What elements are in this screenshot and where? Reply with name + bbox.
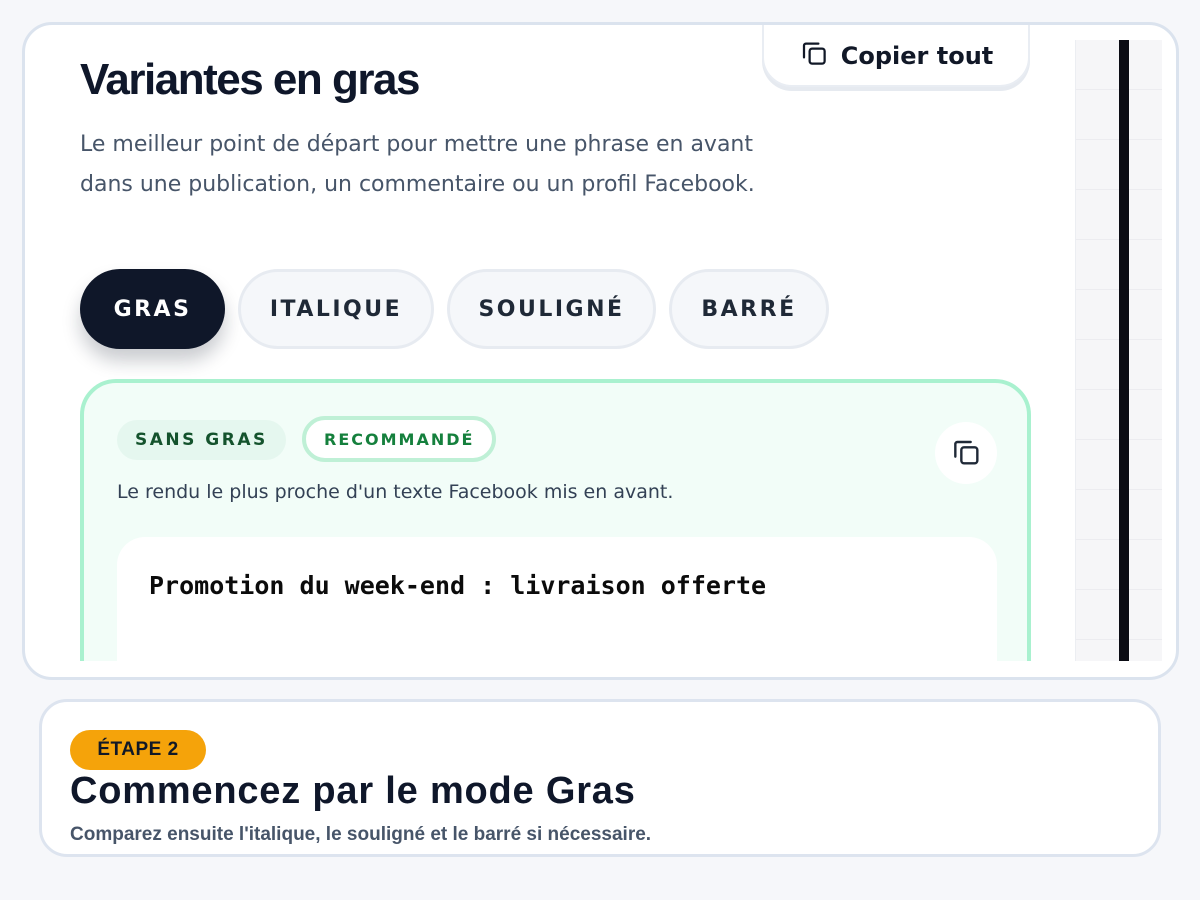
preview-text: Promotion du week-end : livraison offert… [149, 571, 767, 600]
scrollbar[interactable] [1119, 40, 1129, 661]
tab-barre[interactable]: BARRÉ [669, 269, 829, 349]
style-tabs: GRAS ITALIQUE SOULIGNÉ BARRÉ [80, 269, 829, 349]
screenshot-frame: Copier tout Variantes en gras Le meilleu… [22, 22, 1179, 680]
tab-gras[interactable]: GRAS [80, 269, 225, 349]
tab-label: GRAS [113, 296, 192, 322]
copy-all-label: Copier tout [840, 41, 994, 70]
variant-description: Le rendu le plus proche d'un texte Faceb… [117, 481, 674, 503]
tab-label: SOULIGNÉ [478, 296, 625, 322]
recommended-badge: RECOMMANDÉ [302, 416, 497, 462]
variant-card: SANS GRAS RECOMMANDÉ Le rendu le plus pr… [80, 379, 1031, 661]
step-badge: ÉTAPE 2 [70, 730, 206, 770]
variant-name-badge: SANS GRAS [117, 420, 286, 460]
page-viewport: Copier tout Variantes en gras Le meilleu… [25, 25, 1176, 661]
copy-icon [799, 38, 829, 74]
step-title: Commencez par le mode Gras [70, 770, 636, 812]
copy-icon [950, 436, 982, 471]
tab-label: BARRÉ [701, 296, 797, 322]
section-title: Variantes en gras [80, 55, 420, 104]
preview-box[interactable]: Promotion du week-end : livraison offert… [117, 537, 997, 661]
tab-souligne[interactable]: SOULIGNÉ [447, 269, 656, 349]
section-description: Le meilleur point de départ pour mettre … [80, 132, 755, 197]
copy-variant-button[interactable] [935, 422, 997, 484]
step-caption-card: ÉTAPE 2 Commencez par le mode Gras Compa… [39, 699, 1161, 857]
copy-all-button[interactable]: Copier tout [762, 25, 1030, 87]
tab-italique[interactable]: ITALIQUE [238, 269, 434, 349]
tab-label: ITALIQUE [269, 296, 403, 322]
step-subtitle: Comparez ensuite l'italique, le souligné… [70, 824, 652, 845]
